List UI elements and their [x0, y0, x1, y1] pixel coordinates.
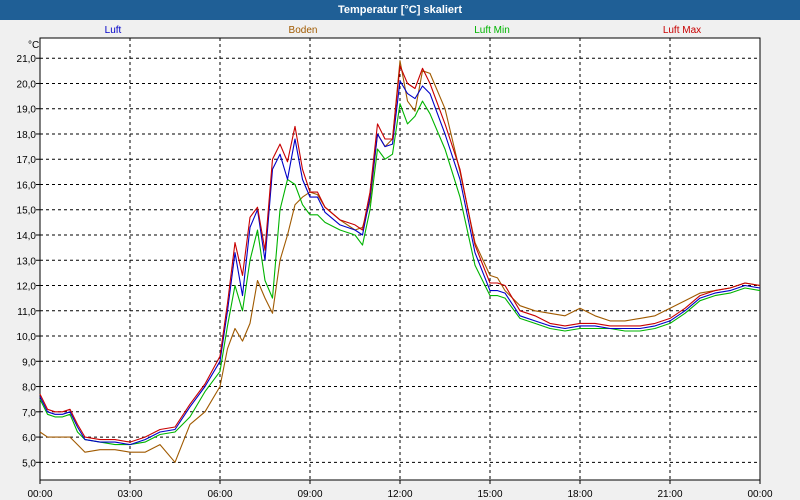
- y-tick-label: 13,0: [17, 256, 37, 267]
- chart-area: 5,0 6,0 7,0 8,0 9,0 10,0 11,0 12,0 13,0 14,0 15,0 1…: [0, 20, 800, 500]
- y-tick-label: 12,0: [17, 282, 37, 293]
- y-tick-label: 8,0: [22, 383, 36, 394]
- legend-item-luft-min: Luft Min: [474, 25, 510, 36]
- y-tick-label: 5,0: [22, 458, 36, 469]
- y-tick-label: 18,0: [17, 130, 37, 141]
- y-tick-label: 14,0: [17, 231, 37, 242]
- x-tick-time-label: 15:00: [477, 489, 502, 500]
- x-tick-time-label: 12:00: [387, 489, 412, 500]
- y-tick-label: 19,0: [17, 105, 37, 116]
- temperature-chart: 5,0 6,0 7,0 8,0 9,0 10,0 11,0 12,0 13,0 14,0 15,0 1…: [17, 25, 773, 500]
- legend-item-boden: Boden: [289, 25, 318, 36]
- window-title: Temperatur [°C] skaliert: [0, 0, 800, 20]
- y-tick-label: 16,0: [17, 180, 37, 191]
- legend-item-luft-max: Luft Max: [663, 25, 701, 36]
- y-tick-label: 6,0: [22, 433, 36, 444]
- x-tick-time-label: 06:00: [207, 489, 232, 500]
- y-tick-label: 11,0: [17, 307, 36, 318]
- y-axis-ticks: 5,0 6,0 7,0 8,0 9,0 10,0 11,0 12,0 13,0 14,0 15,0 1…: [17, 54, 40, 469]
- y-axis-label: °C: [28, 40, 39, 51]
- y-tick-label: 7,0: [22, 408, 36, 419]
- x-tick-time-label: 18:00: [567, 489, 592, 500]
- x-tick-time-label: 00:00: [27, 489, 52, 500]
- x-axis-ticks: 00:0024.05.2503:0024.05.2506:0024.05.250…: [27, 480, 773, 500]
- y-tick-label: 10,0: [17, 332, 37, 343]
- x-tick-time-label: 00:00: [747, 489, 772, 500]
- x-tick-time-label: 03:00: [117, 489, 142, 500]
- y-tick-label: 9,0: [22, 357, 36, 368]
- y-tick-label: 21,0: [17, 54, 37, 65]
- x-tick-time-label: 21:00: [657, 489, 682, 500]
- legend-item-luft: Luft: [105, 25, 122, 36]
- legend: Luft Boden Luft Min Luft Max: [105, 25, 702, 36]
- y-tick-label: 20,0: [17, 79, 37, 90]
- x-tick-time-label: 09:00: [297, 489, 322, 500]
- y-tick-label: 17,0: [17, 155, 37, 166]
- y-tick-label: 15,0: [17, 206, 37, 217]
